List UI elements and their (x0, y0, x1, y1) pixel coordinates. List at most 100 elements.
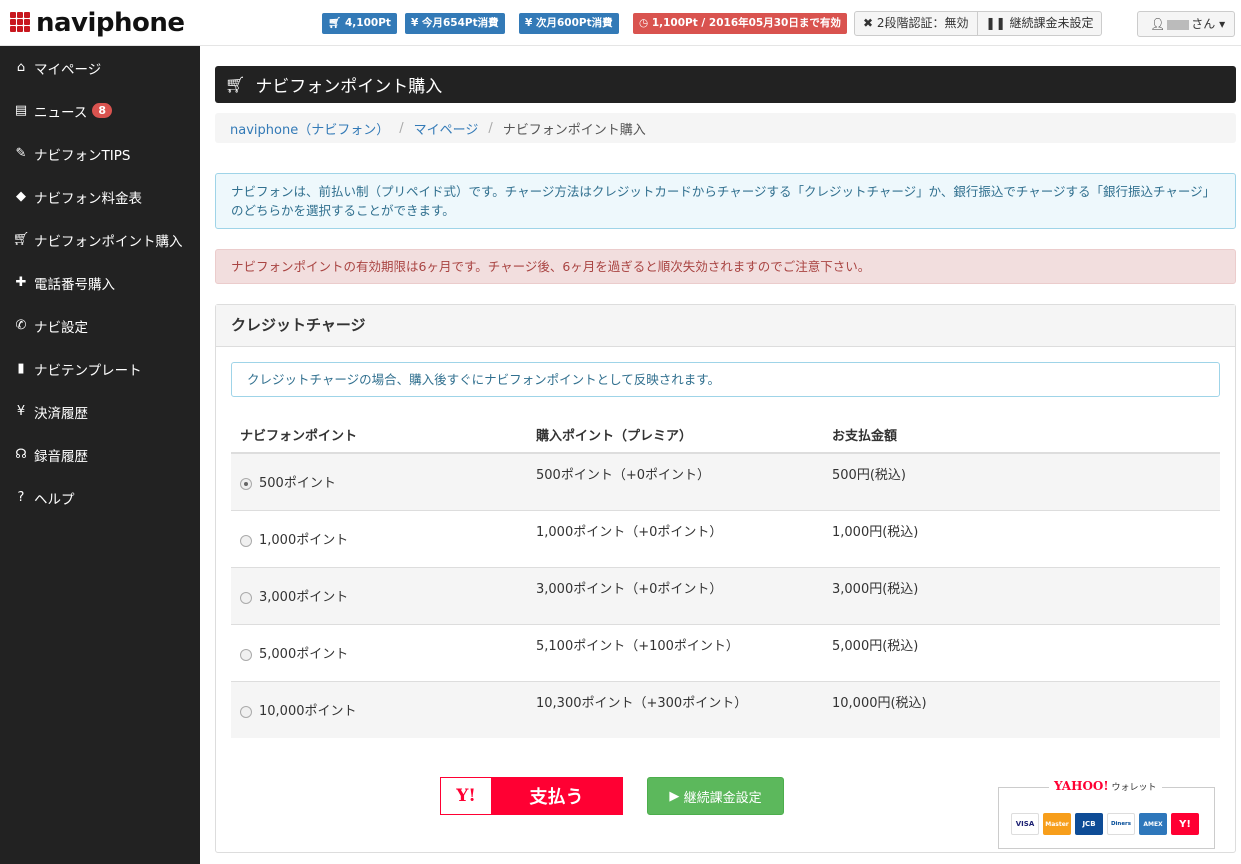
radio-button[interactable] (240, 591, 252, 604)
price-cell: 500円(税込) (823, 452, 1220, 510)
credit-charge-panel: クレジットチャージ クレジットチャージの場合、購入後すぐにナビフォンポイントとし… (215, 304, 1236, 853)
sidebar-item-buy-points[interactable]: 🛒︎ ナビフォンポイント購入 (0, 218, 200, 261)
brand-logo[interactable]: naviphone (10, 8, 185, 38)
cart-icon: 🛒︎ (328, 17, 342, 29)
security-button-group: ✖ 2段階認証：無効 ❚❚ 継続課金未設定 (854, 11, 1103, 36)
table-row[interactable]: 500ポイント 500ポイント（+0ポイント） 500円(税込) (231, 452, 1220, 510)
points-cell[interactable]: 1,000ポイント (231, 509, 527, 567)
pencil-icon: ✎ (15, 146, 27, 161)
price-cell: 1,000円(税込) (823, 509, 1220, 567)
next-month-usage-badge[interactable]: ¥ 次月600Pt消費 (519, 13, 619, 34)
sidebar-item-pricing[interactable]: ◆ ナビフォン料金表 (0, 175, 200, 218)
yahoo-wallet-box: YAHOO! ウォレット VISA Master JCB Diners AMEX… (998, 779, 1215, 849)
sidebar-item-buy-number[interactable]: ✚ 電話番号購入 (0, 261, 200, 304)
sidebar-item-mypage[interactable]: ⌂ マイページ (0, 46, 200, 89)
premium-cell: 1,000ポイント（+0ポイント） (527, 509, 823, 567)
phone-icon: ✆ (15, 318, 27, 333)
yahoo-card-icon: Y! (1171, 813, 1199, 835)
mastercard-icon: Master (1043, 813, 1071, 835)
tag-icon: ◆ (16, 189, 26, 204)
header-points: ナビフォンポイント (231, 417, 527, 454)
sidebar-item-news[interactable]: ▤ ニュース 8 (0, 89, 200, 132)
amex-icon: AMEX (1139, 813, 1167, 835)
main-content: 🛒︎ ナビフォンポイント購入 naviphone（ナビフォン） / マイページ … (215, 66, 1236, 853)
cart-icon: 🛒︎ (225, 75, 246, 94)
header-price: お支払金額 (823, 417, 1220, 454)
radio-button[interactable] (240, 534, 252, 547)
home-icon: ⌂ (16, 60, 26, 75)
question-icon: ? (17, 490, 25, 505)
cart-icon: 🛒︎ (12, 232, 30, 247)
sidebar-item-templates[interactable]: ▮ ナビテンプレート (0, 347, 200, 390)
sidebar: ⌂ マイページ ▤ ニュース 8 ✎ ナビフォンTIPS ◆ ナビフォン料金表 🛒︎ ナビフ… (0, 46, 200, 864)
visa-icon: VISA (1011, 813, 1039, 835)
yen-icon: ¥ (411, 17, 419, 29)
radio-button[interactable] (240, 648, 252, 661)
table-header-row: ナビフォンポイント 購入ポイント（プレミア） お支払金額 (231, 417, 1220, 454)
table-row[interactable]: 10,000ポイント 10,300ポイント（+300ポイント） 10,000円(… (231, 680, 1220, 738)
points-cell[interactable]: 5,000ポイント (231, 623, 527, 681)
page-title: ナビフォンポイント購入 (255, 77, 443, 97)
clock-icon: ◷ (639, 17, 649, 29)
breadcrumb-home-link[interactable]: naviphone（ナビフォン） (230, 119, 389, 138)
breadcrumb-mypage-link[interactable]: マイページ (414, 119, 479, 138)
radio-button[interactable] (240, 705, 252, 718)
points-cell[interactable]: 3,000ポイント (231, 566, 527, 624)
username-redacted (1167, 19, 1190, 30)
pause-icon: ❚❚ (985, 16, 1006, 30)
monthly-usage-badge[interactable]: ¥ 今月654Pt消費 (405, 13, 505, 34)
sidebar-item-help[interactable]: ? ヘルプ (0, 476, 200, 519)
user-menu-button[interactable]: 👤︎ さん ▾ (1137, 11, 1235, 37)
table-row[interactable]: 3,000ポイント 3,000ポイント（+0ポイント） 3,000円(税込) (231, 566, 1220, 624)
panel-title: クレジットチャージ (216, 305, 1235, 347)
file-icon: ▮ (17, 361, 25, 376)
news-icon: ▤ (14, 103, 28, 118)
subscription-button[interactable]: ❚❚ 継続課金未設定 (976, 12, 1102, 35)
diners-icon: Diners (1107, 813, 1135, 835)
card-logos: VISA Master JCB Diners AMEX Y! (1011, 813, 1199, 835)
caret-down-icon: ▾ (1219, 17, 1226, 31)
brand-name: naviphone (36, 8, 185, 38)
breadcrumb-separator: / (399, 120, 404, 136)
radio-button[interactable] (240, 477, 252, 490)
table-row[interactable]: 1,000ポイント 1,000ポイント（+0ポイント） 1,000円(税込) (231, 509, 1220, 567)
price-cell: 5,000円(税込) (823, 623, 1220, 681)
wallet-label: YAHOO! ウォレット (1049, 779, 1162, 793)
premium-cell: 3,000ポイント（+0ポイント） (527, 566, 823, 624)
sidebar-item-recordings[interactable]: ☊ 録音履歴 (0, 433, 200, 476)
logo-mark-icon (10, 12, 32, 34)
premium-cell: 5,100ポイント（+100ポイント） (527, 623, 823, 681)
yen-icon: ¥ (16, 404, 26, 419)
credit-note-alert: クレジットチャージの場合、購入後すぐにナビフォンポイントとして反映されます。 (231, 362, 1220, 397)
expiry-badge[interactable]: ◷ 1,100Pt / 2016年05月30日まで有効 (633, 13, 847, 34)
expiry-warning-alert: ナビフォンポイントの有効期限は6ヶ月です。チャージ後、6ヶ月を過ぎると順次失効さ… (215, 249, 1236, 284)
plus-icon: ✚ (15, 275, 27, 290)
user-icon: 👤︎ (1150, 17, 1166, 31)
sidebar-item-tips[interactable]: ✎ ナビフォンTIPS (0, 132, 200, 175)
pay-button-label: 支払う (529, 787, 584, 808)
points-table: ナビフォンポイント 購入ポイント（プレミア） お支払金額 500ポイント 500… (231, 417, 1220, 738)
breadcrumb: naviphone（ナビフォン） / マイページ / ナビフォンポイント購入 (215, 113, 1236, 143)
panel-body: クレジットチャージの場合、購入後すぐにナビフォンポイントとして反映されます。 ナ… (216, 347, 1235, 852)
points-cell[interactable]: 10,000ポイント (231, 680, 527, 738)
subscription-setup-button[interactable]: ▶ 継続課金設定 (647, 777, 784, 815)
top-navbar: naviphone 🛒︎ 4,100Pt ¥ 今月654Pt消費 ¥ 次月600… (0, 0, 1241, 46)
table-row[interactable]: 5,000ポイント 5,100ポイント（+100ポイント） 5,000円(税込) (231, 623, 1220, 681)
yahoo-pay-button[interactable]: Y! 支払う (440, 777, 623, 815)
jcb-icon: JCB (1075, 813, 1103, 835)
prepaid-info-alert: ナビフォンは、前払い制（プリペイド式）です。チャージ方法はクレジットカードからチ… (215, 173, 1236, 229)
price-cell: 10,000円(税込) (823, 680, 1220, 738)
points-cell[interactable]: 500ポイント (231, 452, 527, 510)
play-icon: ▶ (669, 788, 680, 804)
two-factor-button[interactable]: ✖ 2段階認証：無効 (855, 12, 977, 35)
points-balance-badge[interactable]: 🛒︎ 4,100Pt (322, 13, 397, 34)
news-count-badge: 8 (92, 103, 112, 118)
breadcrumb-separator: / (488, 120, 493, 136)
premium-cell: 500ポイント（+0ポイント） (527, 452, 823, 510)
breadcrumb-current: ナビフォンポイント購入 (502, 122, 646, 138)
headphones-icon: ☊ (15, 447, 27, 462)
yahoo-logo-icon: Y! (441, 778, 491, 814)
sidebar-item-payment-history[interactable]: ¥ 決済履歴 (0, 390, 200, 433)
close-icon: ✖ (863, 16, 874, 30)
sidebar-item-navi-settings[interactable]: ✆ ナビ設定 (0, 304, 200, 347)
